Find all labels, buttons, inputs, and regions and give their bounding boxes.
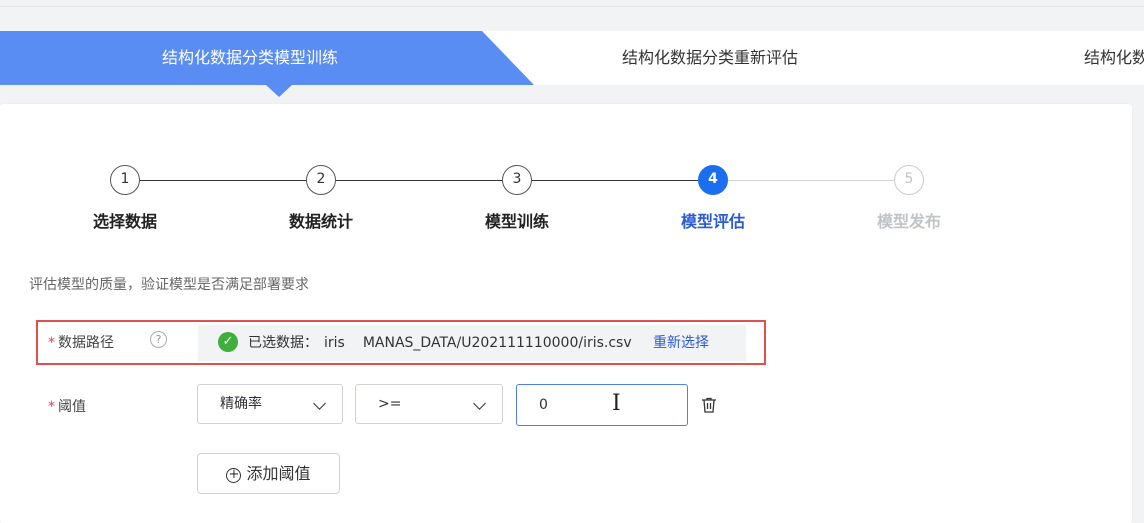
step-2-label: 数据统计 (288, 212, 353, 231)
step-2-circle: 2 (306, 165, 336, 195)
top-strip (0, 0, 1144, 31)
step-3-circle: 3 (502, 165, 532, 195)
add-threshold-label: 添加阈值 (246, 464, 311, 483)
text-cursor-icon: I (612, 391, 621, 416)
add-threshold-button[interactable]: + 添加阈值 (197, 453, 340, 494)
step-5-circle: 5 (894, 165, 924, 195)
step-5-label: 模型发布 (876, 212, 941, 231)
threshold-label-text: 阈值 (58, 399, 86, 415)
trash-icon[interactable] (700, 396, 718, 414)
tab-third[interactable]: 结构化数 (1084, 31, 1144, 85)
main-card (0, 104, 1132, 523)
operator-select-value: >= (378, 396, 402, 412)
operator-select[interactable]: >= (355, 384, 503, 424)
plus-circle-icon: + (226, 468, 242, 483)
threshold-label: * 阈值 (48, 396, 86, 416)
tab-pointer (266, 85, 292, 97)
tab-re-evaluate[interactable]: 结构化数据分类重新评估 (622, 31, 798, 85)
threshold-value-input[interactable]: 0 (516, 384, 688, 426)
metric-select[interactable]: 精确率 (197, 384, 343, 424)
step-4-circle: 4 (698, 165, 728, 195)
step-3-label: 模型训练 (484, 212, 549, 231)
chevron-down-icon (313, 397, 326, 410)
required-mark: * (48, 399, 55, 415)
tab-model-training[interactable]: 结构化数据分类模型训练 (162, 31, 338, 85)
step-1-label: 选择数据 (92, 212, 157, 231)
step-4-label: 模型评估 (680, 212, 745, 231)
metric-select-value: 精确率 (220, 396, 262, 412)
annotation-highlight-box (36, 320, 766, 365)
step-connector-2 (336, 180, 502, 181)
step-connector-1 (140, 180, 306, 181)
step-connector-3 (532, 180, 698, 181)
step-description: 评估模型的质量，验证模型是否满足部署要求 (29, 277, 309, 293)
threshold-value: 0 (539, 397, 548, 413)
step-1-circle: 1 (110, 165, 140, 195)
top-divider (0, 6, 1144, 7)
chevron-down-icon (473, 397, 486, 410)
step-connector-4 (728, 180, 894, 181)
